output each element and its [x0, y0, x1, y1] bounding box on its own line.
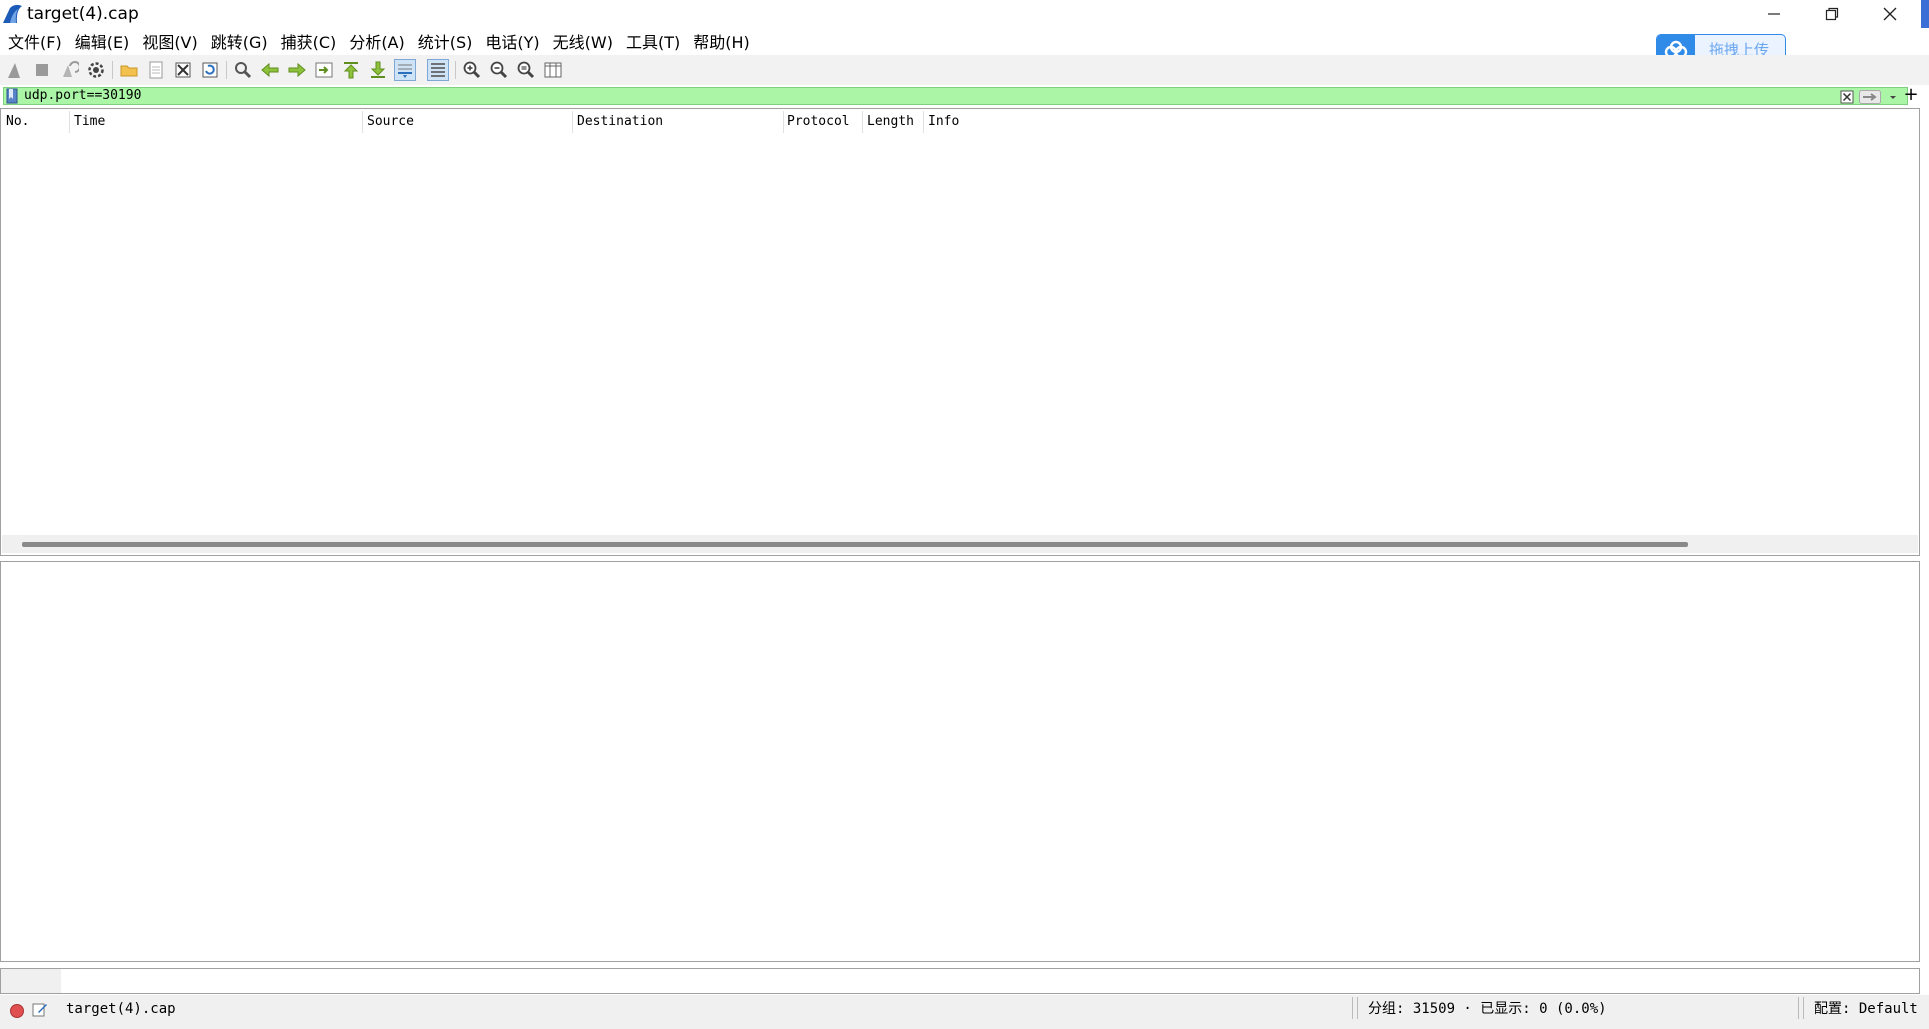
- bookmark-icon[interactable]: [6, 88, 18, 104]
- packet-details-pane[interactable]: [0, 561, 1920, 962]
- desktop-edge-strip: [1921, 0, 1929, 28]
- zoom-reset-icon: [517, 61, 535, 79]
- column-header-time[interactable]: Time: [74, 113, 105, 131]
- column-header-info[interactable]: Info: [928, 113, 959, 131]
- column-header-destination[interactable]: Destination: [577, 113, 663, 131]
- scrollbar-thumb[interactable]: [22, 542, 1688, 547]
- goto-packet-icon: [315, 62, 333, 78]
- stop-icon: [36, 64, 48, 76]
- menu-go[interactable]: 跳转(G): [207, 31, 277, 55]
- close-button[interactable]: [1861, 0, 1919, 28]
- save-file-button[interactable]: [145, 59, 167, 81]
- column-header-no[interactable]: No.: [6, 113, 29, 131]
- chevron-down-icon[interactable]: [1886, 89, 1900, 103]
- title-bar: target(4).cap: [0, 0, 1929, 28]
- close-file-button[interactable]: [172, 59, 194, 81]
- shark-fin-icon: [8, 63, 20, 78]
- packet-list-pane[interactable]: No. Time Source Destination Protocol Len…: [0, 108, 1920, 556]
- toolbar-separator: [112, 61, 113, 79]
- capture-options-button[interactable]: [85, 59, 107, 81]
- arrow-up-icon: [343, 62, 359, 79]
- menu-help[interactable]: 帮助(H): [689, 31, 759, 55]
- menu-file[interactable]: 文件(F): [4, 31, 71, 55]
- go-to-packet-button[interactable]: [313, 59, 335, 81]
- zoom-in-icon: [463, 61, 481, 79]
- menu-telephony[interactable]: 电话(Y): [481, 31, 548, 55]
- display-filter-bar: [3, 87, 1908, 105]
- go-back-button[interactable]: [259, 59, 281, 81]
- restore-button[interactable]: [1803, 0, 1861, 28]
- status-separator: [1352, 997, 1358, 1019]
- arrow-right-icon: [288, 62, 306, 78]
- minimize-button[interactable]: [1745, 0, 1803, 28]
- toolbar-separator: [226, 61, 227, 79]
- zoom-out-button[interactable]: [488, 59, 510, 81]
- restore-icon: [1825, 7, 1839, 21]
- gear-icon: [88, 62, 104, 78]
- edit-comment-icon[interactable]: [32, 1001, 48, 1017]
- autoscroll-toggle[interactable]: [394, 59, 416, 81]
- find-packet-button[interactable]: [232, 59, 254, 81]
- filter-input[interactable]: [24, 87, 1624, 105]
- packet-bytes-pane[interactable]: [0, 968, 1920, 994]
- resize-columns-button[interactable]: [542, 59, 564, 81]
- bytes-pane-tab-area: [1, 969, 61, 993]
- column-divider[interactable]: [572, 111, 573, 133]
- column-header-source[interactable]: Source: [367, 113, 414, 131]
- go-first-packet-button[interactable]: [340, 59, 362, 81]
- column-divider[interactable]: [362, 111, 363, 133]
- column-divider[interactable]: [783, 111, 784, 133]
- menu-view[interactable]: 视图(V): [138, 31, 206, 55]
- go-last-packet-button[interactable]: [367, 59, 389, 81]
- close-icon: [1883, 7, 1897, 21]
- zoom-out-icon: [490, 61, 508, 79]
- add-filter-button[interactable]: +: [1902, 84, 1920, 106]
- restart-icon: [63, 61, 79, 77]
- colorize-lines-icon: [431, 63, 445, 77]
- reload-file-button[interactable]: [199, 59, 221, 81]
- zoom-normal-button[interactable]: [515, 59, 537, 81]
- search-icon: [235, 62, 252, 79]
- stop-capture-button[interactable]: [31, 59, 53, 81]
- resize-columns-icon: [544, 62, 562, 78]
- document-icon: [149, 61, 163, 79]
- restart-capture-button[interactable]: [58, 59, 80, 81]
- status-packet-count: 分组: 31509 · 已显示: 0 (0.0%): [1368, 1001, 1607, 1017]
- menu-wireless[interactable]: 无线(W): [549, 31, 622, 55]
- reload-icon: [202, 62, 218, 78]
- wireshark-fin-icon: [2, 4, 24, 24]
- start-capture-button[interactable]: [4, 59, 26, 81]
- column-header-length[interactable]: Length: [867, 113, 914, 131]
- menu-edit[interactable]: 编辑(E): [71, 31, 139, 55]
- apply-filter-icon[interactable]: [1859, 89, 1881, 104]
- menu-capture[interactable]: 捕获(C): [277, 31, 346, 55]
- folder-icon: [120, 65, 138, 77]
- column-divider[interactable]: [69, 111, 70, 133]
- status-profile[interactable]: 配置: Default: [1814, 1000, 1918, 1018]
- menu-bar: 文件(F) 编辑(E) 视图(V) 跳转(G) 捕获(C) 分析(A) 统计(S…: [0, 30, 759, 56]
- close-file-icon: [175, 62, 191, 78]
- column-divider[interactable]: [862, 111, 863, 133]
- menu-analyze[interactable]: 分析(A): [345, 31, 413, 55]
- main-toolbar: [0, 55, 1929, 85]
- column-divider[interactable]: [923, 111, 924, 133]
- window-title: target(4).cap: [27, 4, 139, 24]
- status-file-name: target(4).cap: [66, 1001, 176, 1017]
- minimize-icon: [1768, 13, 1780, 15]
- clear-filter-icon[interactable]: [1840, 89, 1854, 104]
- open-file-button[interactable]: [118, 59, 140, 81]
- zoom-in-button[interactable]: [461, 59, 483, 81]
- toolbar-separator: [455, 61, 456, 79]
- status-separator: [1798, 997, 1804, 1019]
- status-bar: [0, 995, 1929, 1029]
- menu-statistics[interactable]: 统计(S): [414, 31, 482, 55]
- colorize-toggle[interactable]: [427, 59, 449, 81]
- arrow-down-icon: [370, 61, 386, 78]
- autoscroll-icon: [398, 64, 412, 78]
- menu-tools[interactable]: 工具(T): [622, 31, 689, 55]
- expert-info-icon[interactable]: [10, 1004, 24, 1018]
- go-forward-button[interactable]: [286, 59, 308, 81]
- arrow-left-icon: [261, 62, 279, 78]
- column-header-protocol[interactable]: Protocol: [787, 113, 850, 131]
